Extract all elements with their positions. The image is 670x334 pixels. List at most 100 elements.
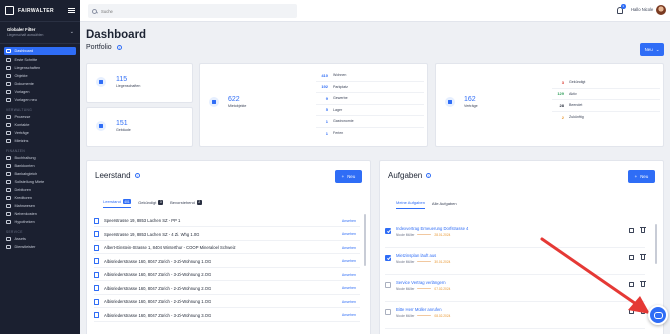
nav-verwaltung: Prozesse Kontakte Verträge Mietzins xyxy=(0,113,80,145)
new-button[interactable]: Neu ⌄ xyxy=(640,43,664,56)
search-input[interactable] xyxy=(101,8,281,14)
nav-kreditoren[interactable]: Kreditoren xyxy=(0,194,80,202)
nav-kontakte-label: Kontakte xyxy=(14,123,30,127)
tab-gekündigt[interactable]: Gekündigt 3 xyxy=(138,199,164,208)
list-item[interactable]: Speerstrasse 19, 8853 Lachen SZ - PP 1 An… xyxy=(94,215,360,227)
nav-assets-label: Assets xyxy=(14,237,26,241)
nav-objekte[interactable]: Objekte xyxy=(0,72,80,80)
nav-bankabgleich[interactable]: Bankabgleich xyxy=(0,170,80,178)
nav-assets[interactable]: Assets xyxy=(0,235,80,243)
task-checkbox[interactable] xyxy=(385,309,391,315)
info-icon[interactable]: i xyxy=(134,173,140,178)
nav-nebenkosten[interactable]: Nebenkosten xyxy=(0,210,80,218)
task-checkbox[interactable] xyxy=(385,228,391,234)
card-vertraege[interactable]: 162 Verträge 3 Gekündigt 129 Aktiv 28 Beendet… xyxy=(435,63,664,147)
view-link[interactable]: Ansehen xyxy=(342,273,356,277)
nav-section-verwaltung: VERWALTUNG xyxy=(6,108,33,112)
view-link[interactable]: Ansehen xyxy=(342,219,356,223)
mietobjekte-stat-value: 9 xyxy=(325,95,328,101)
tab-bevorstehend[interactable]: Bevorstehend 2 xyxy=(170,199,202,208)
brand-name: FAIRWALTER xyxy=(18,7,55,14)
nav-mietzins[interactable]: Mietzins xyxy=(0,137,80,145)
view-link[interactable]: Ansehen xyxy=(342,286,356,290)
tab-label: Bevorstehend xyxy=(170,199,195,205)
mietzins-icon xyxy=(6,138,11,144)
card-liegenschaften[interactable]: 115 Liegenschaften xyxy=(86,63,193,103)
card-gebaeude[interactable]: 151 Gebäude xyxy=(86,107,193,147)
vertraege-stat-row: 2 Zukünftig xyxy=(552,112,660,124)
info-icon[interactable]: i xyxy=(116,45,122,50)
nav-kontakte[interactable]: Kontakte xyxy=(0,121,80,129)
nav-dashboard[interactable]: Dashboard xyxy=(4,47,76,55)
view-link[interactable]: Ansehen xyxy=(342,232,356,236)
tab-meine-aufgaben[interactable]: Meine Aufgaben xyxy=(396,200,425,209)
mietobjekte-stat-value: 1 xyxy=(325,130,328,136)
nav-sollstellung-miete[interactable]: Sollstellung Miete xyxy=(0,178,80,186)
tab-leerstand[interactable]: Leerstand 401 xyxy=(103,199,132,208)
vertraege-stat-label: Gekündigt xyxy=(569,80,586,85)
chevron-down-icon: ⌄ xyxy=(655,46,660,52)
aufgaben-tabs: Meine Aufgaben Alle Aufgaben xyxy=(396,200,457,209)
nav-dokumente[interactable]: Dokumente xyxy=(0,80,80,88)
global-filter[interactable]: Globaler Filter Liegenschaft auswählen ⌄ xyxy=(0,22,80,44)
list-item[interactable]: Albisriederstrasse 160, 8047 Zürich - 2-… xyxy=(94,296,360,308)
nav-prozesse[interactable]: Prozesse xyxy=(0,113,80,121)
liegenschaften-label: Liegenschaften xyxy=(116,84,141,88)
list-item[interactable]: Albisriederstrasse 160, 8047 Zürich - 2-… xyxy=(94,283,360,295)
tab-label: Gekündigt xyxy=(138,199,157,205)
leerstand-scrollbar[interactable] xyxy=(364,214,366,266)
nav-debitoren[interactable]: Debitoren xyxy=(0,186,80,194)
leerstand-title: Leerstand xyxy=(95,171,131,180)
list-item[interactable]: Speerstrasse 19, 8853 Lachen SZ - 4 Zi. … xyxy=(94,229,360,241)
nav-bankkonten[interactable]: Bankkonten xyxy=(0,162,80,170)
mietobjekte-stat-label: Gastronomie xyxy=(333,119,354,124)
nav-section-finanzen: FINANZEN xyxy=(6,149,26,153)
list-item[interactable]: Albisriederstrasse 160, 8047 Zürich - 3-… xyxy=(94,256,360,268)
mietobjekte-stat-row: 192 Parkplatz xyxy=(316,82,424,93)
list-item[interactable]: Albisriederstrasse 160, 8047 Zürich - 3-… xyxy=(94,310,360,322)
nav-dienstleister-label: Dienstleister xyxy=(14,245,36,249)
page-title: Dashboard xyxy=(86,29,147,41)
nav-vertraege[interactable]: Verträge xyxy=(0,129,80,137)
search-icon xyxy=(92,8,97,14)
nav-buchhaltung[interactable]: Buchhaltung xyxy=(0,154,80,162)
menu-icon[interactable] xyxy=(68,8,75,13)
view-link[interactable]: Ansehen xyxy=(342,259,356,263)
aufgaben-new-button[interactable]: + Neu xyxy=(628,170,655,183)
nav-hypotheken[interactable]: Hypotheken xyxy=(0,218,80,226)
card-mietobjekte[interactable]: 622 Mietobjekte 410 Wohnen 192 Parkplatz 9 Ge… xyxy=(199,63,428,147)
vertraege-value: 162 xyxy=(464,96,476,103)
tab-alle-aufgaben[interactable]: Alle Aufgaben xyxy=(432,200,457,209)
task-checkbox[interactable] xyxy=(385,255,391,261)
document-icon xyxy=(94,298,99,305)
view-link[interactable]: Ansehen xyxy=(342,300,356,304)
nav-vorlagen-neu[interactable]: Vorlagen neu xyxy=(0,96,80,104)
view-link[interactable]: Ansehen xyxy=(342,246,356,250)
help-chat-button[interactable] xyxy=(648,305,668,325)
tab-label: Meine Aufgaben xyxy=(396,200,425,205)
task-checkbox[interactable] xyxy=(385,282,391,288)
info-icon[interactable]: i xyxy=(426,173,432,178)
avatar[interactable] xyxy=(656,5,666,15)
nav-liegenschaften[interactable]: Liegenschaften xyxy=(0,64,80,72)
assets-icon xyxy=(6,236,11,242)
leerstand-new-button[interactable]: + Neu xyxy=(335,170,362,183)
task-owner: Nicole Müller xyxy=(396,313,415,318)
mietobjekte-value: 622 xyxy=(228,96,240,103)
search-box[interactable] xyxy=(88,4,297,18)
nav-mahnwesen[interactable]: Mahnwesen xyxy=(0,202,80,210)
prozesse-icon xyxy=(6,114,11,120)
list-item[interactable]: Albert-Einstein-Strasse 1, 8404 Winterth… xyxy=(94,242,360,254)
nav-erste-schritte[interactable]: Erste Schritte xyxy=(0,56,80,64)
list-item[interactable]: Albisriederstrasse 160, 8047 Zürich - 3-… xyxy=(94,269,360,281)
view-link[interactable]: Ansehen xyxy=(342,313,356,317)
nav-vorlagen[interactable]: Vorlagen xyxy=(0,88,80,96)
objekte-icon xyxy=(6,73,11,79)
mietobjekte-stat-row: 9 Gewerbe xyxy=(316,93,424,105)
vertraege-breakdown: 3 Gekündigt 129 Aktiv 28 Beendet 2 Zukünftig xyxy=(552,77,660,123)
task-progress-bar xyxy=(417,287,432,290)
filter-title: Globaler Filter xyxy=(7,27,36,32)
nav-dienstleister[interactable]: Dienstleister xyxy=(0,243,80,251)
logo-row: FAIRWALTER xyxy=(0,0,80,22)
list-item-title: Albisriederstrasse 160, 8047 Zürich - 3-… xyxy=(104,258,212,264)
